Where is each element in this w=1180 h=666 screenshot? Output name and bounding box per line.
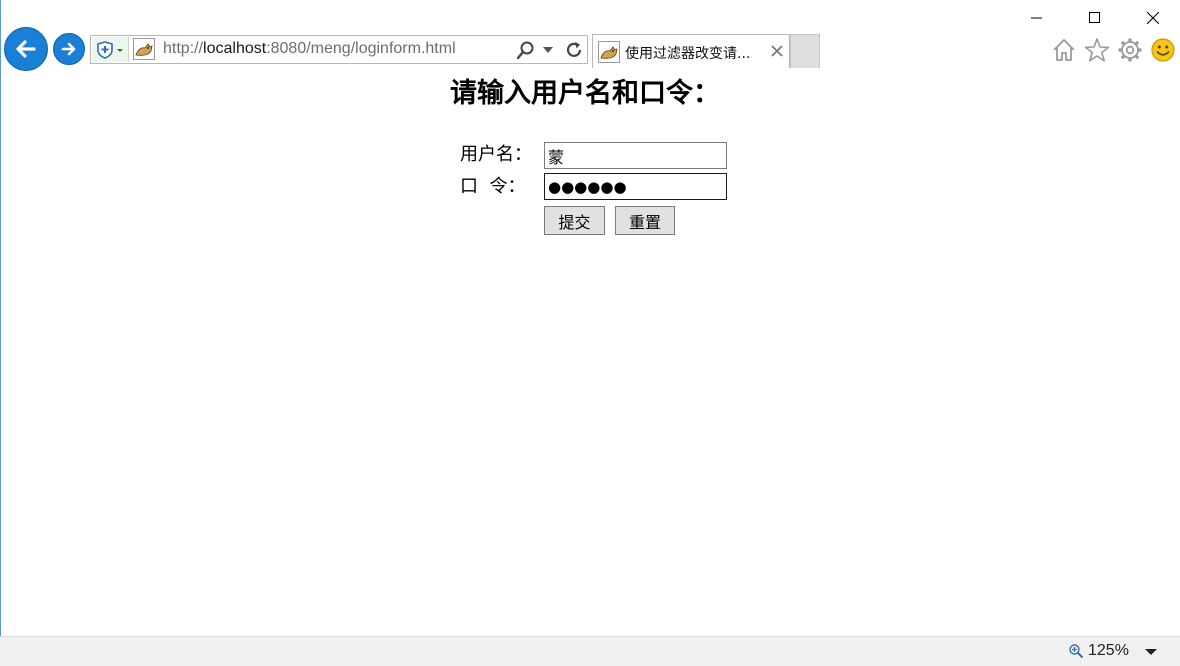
new-tab-button[interactable] (790, 34, 820, 68)
star-icon[interactable] (1084, 37, 1110, 63)
security-button[interactable] (92, 37, 129, 62)
tomcat-icon (133, 38, 155, 60)
minimize-button[interactable] (1008, 0, 1066, 36)
minimize-icon (1031, 17, 1042, 19)
status-bar: 125% (0, 636, 1180, 666)
close-window-button[interactable] (1124, 0, 1180, 36)
address-bar[interactable]: http://localhost:8080/meng/loginform.htm… (90, 35, 588, 64)
search-icon[interactable] (515, 40, 537, 60)
submit-button[interactable]: 提交 (544, 206, 605, 235)
zoom-level[interactable]: 125% (1088, 642, 1129, 660)
forward-button[interactable] (53, 33, 85, 65)
chevron-down-icon[interactable] (1145, 648, 1157, 656)
back-arrow-icon (16, 40, 36, 58)
chevron-down-icon[interactable] (543, 46, 553, 54)
tomcat-icon (598, 41, 620, 63)
reset-button[interactable]: 重置 (615, 206, 675, 235)
home-icon[interactable] (1051, 37, 1077, 63)
shield-icon (97, 40, 123, 59)
maximize-button[interactable] (1066, 0, 1124, 36)
page-title: 请输入用户名和口令： (450, 78, 720, 109)
smiley-icon[interactable] (1150, 37, 1176, 63)
gear-icon[interactable] (1117, 37, 1143, 63)
username-label: 用户名： (460, 144, 532, 165)
forward-arrow-icon (61, 42, 76, 56)
tab-title: 使用过滤器改变请... (625, 46, 751, 62)
url-host: localhost (203, 40, 267, 57)
back-button[interactable] (4, 27, 48, 71)
tab-loginform[interactable]: 使用过滤器改变请... (592, 34, 790, 68)
password-label: 口 令： (460, 176, 526, 197)
maximize-icon (1089, 12, 1100, 23)
refresh-icon[interactable] (563, 39, 585, 61)
url-scheme: http:// (163, 40, 204, 57)
username-input[interactable] (544, 142, 727, 169)
close-tab-icon[interactable] (771, 45, 783, 57)
magnifier-icon (1069, 644, 1084, 659)
close-icon (1147, 12, 1159, 24)
password-input[interactable] (544, 173, 727, 200)
url-text[interactable]: http://localhost:8080/meng/loginform.htm… (163, 40, 456, 58)
url-path: :8080/meng/loginform.html (266, 40, 456, 57)
